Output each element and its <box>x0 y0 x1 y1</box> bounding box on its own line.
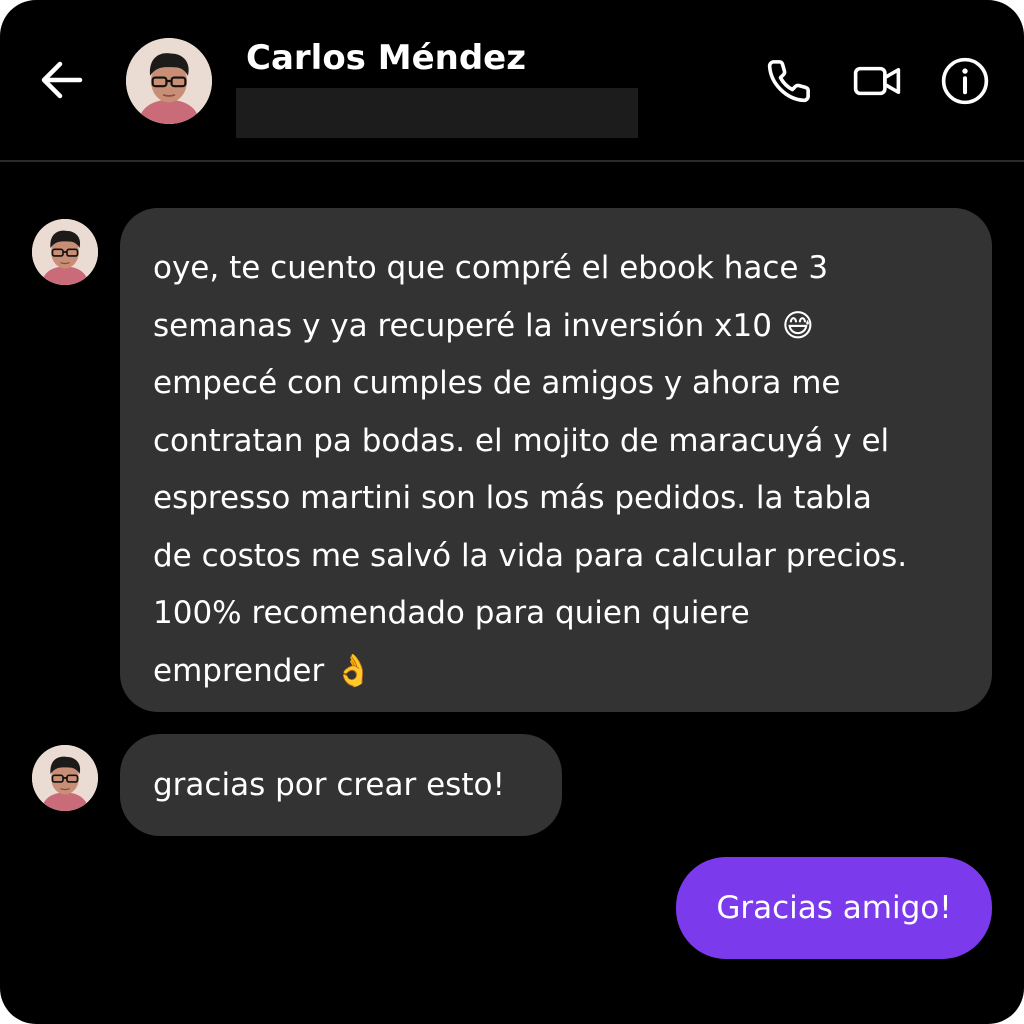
chat-screen: Carlos Méndez oye, te cuento que compré … <box>0 0 1024 1024</box>
message-line: espresso martini son los más pedidos. la… <box>153 480 872 516</box>
chat-info-button[interactable] <box>938 54 992 108</box>
message-line: oye, te cuento que compré el ebook hace … <box>153 250 829 286</box>
video-camera-icon <box>853 66 901 96</box>
message-line: emprender 👌 <box>153 652 373 689</box>
redacted-status <box>236 88 638 138</box>
info-icon <box>941 57 989 105</box>
voice-call-button[interactable] <box>762 54 816 108</box>
chat-header: Carlos Méndez <box>0 0 1024 162</box>
incoming-message-bubble[interactable]: gracias por crear esto! <box>120 734 562 836</box>
outgoing-message-bubble[interactable]: Gracias amigo! <box>676 857 992 959</box>
message-line: 100% recomendado para quien quiere <box>153 595 750 631</box>
contact-name[interactable]: Carlos Méndez <box>246 38 526 78</box>
message-line: empecé con cumples de amigos y ahora me <box>153 365 841 401</box>
avatar-image <box>32 745 98 811</box>
sender-avatar[interactable] <box>32 745 98 811</box>
avatar-image <box>32 219 98 285</box>
back-button[interactable] <box>36 54 88 106</box>
avatar-image <box>126 38 212 124</box>
contact-avatar[interactable] <box>126 38 212 124</box>
back-arrow-icon <box>41 61 83 99</box>
incoming-message-bubble[interactable]: oye, te cuento que compré el ebook hace … <box>120 208 992 712</box>
phone-icon <box>767 60 810 103</box>
message-line: contratan pa bodas. el mojito de maracuy… <box>153 422 890 459</box>
message-line: de costos me salvó la vida para calcular… <box>153 537 908 574</box>
sender-avatar[interactable] <box>32 219 98 285</box>
video-call-button[interactable] <box>850 54 904 108</box>
message-line: semanas y ya recuperé la inversión x10 😅 <box>153 307 815 344</box>
